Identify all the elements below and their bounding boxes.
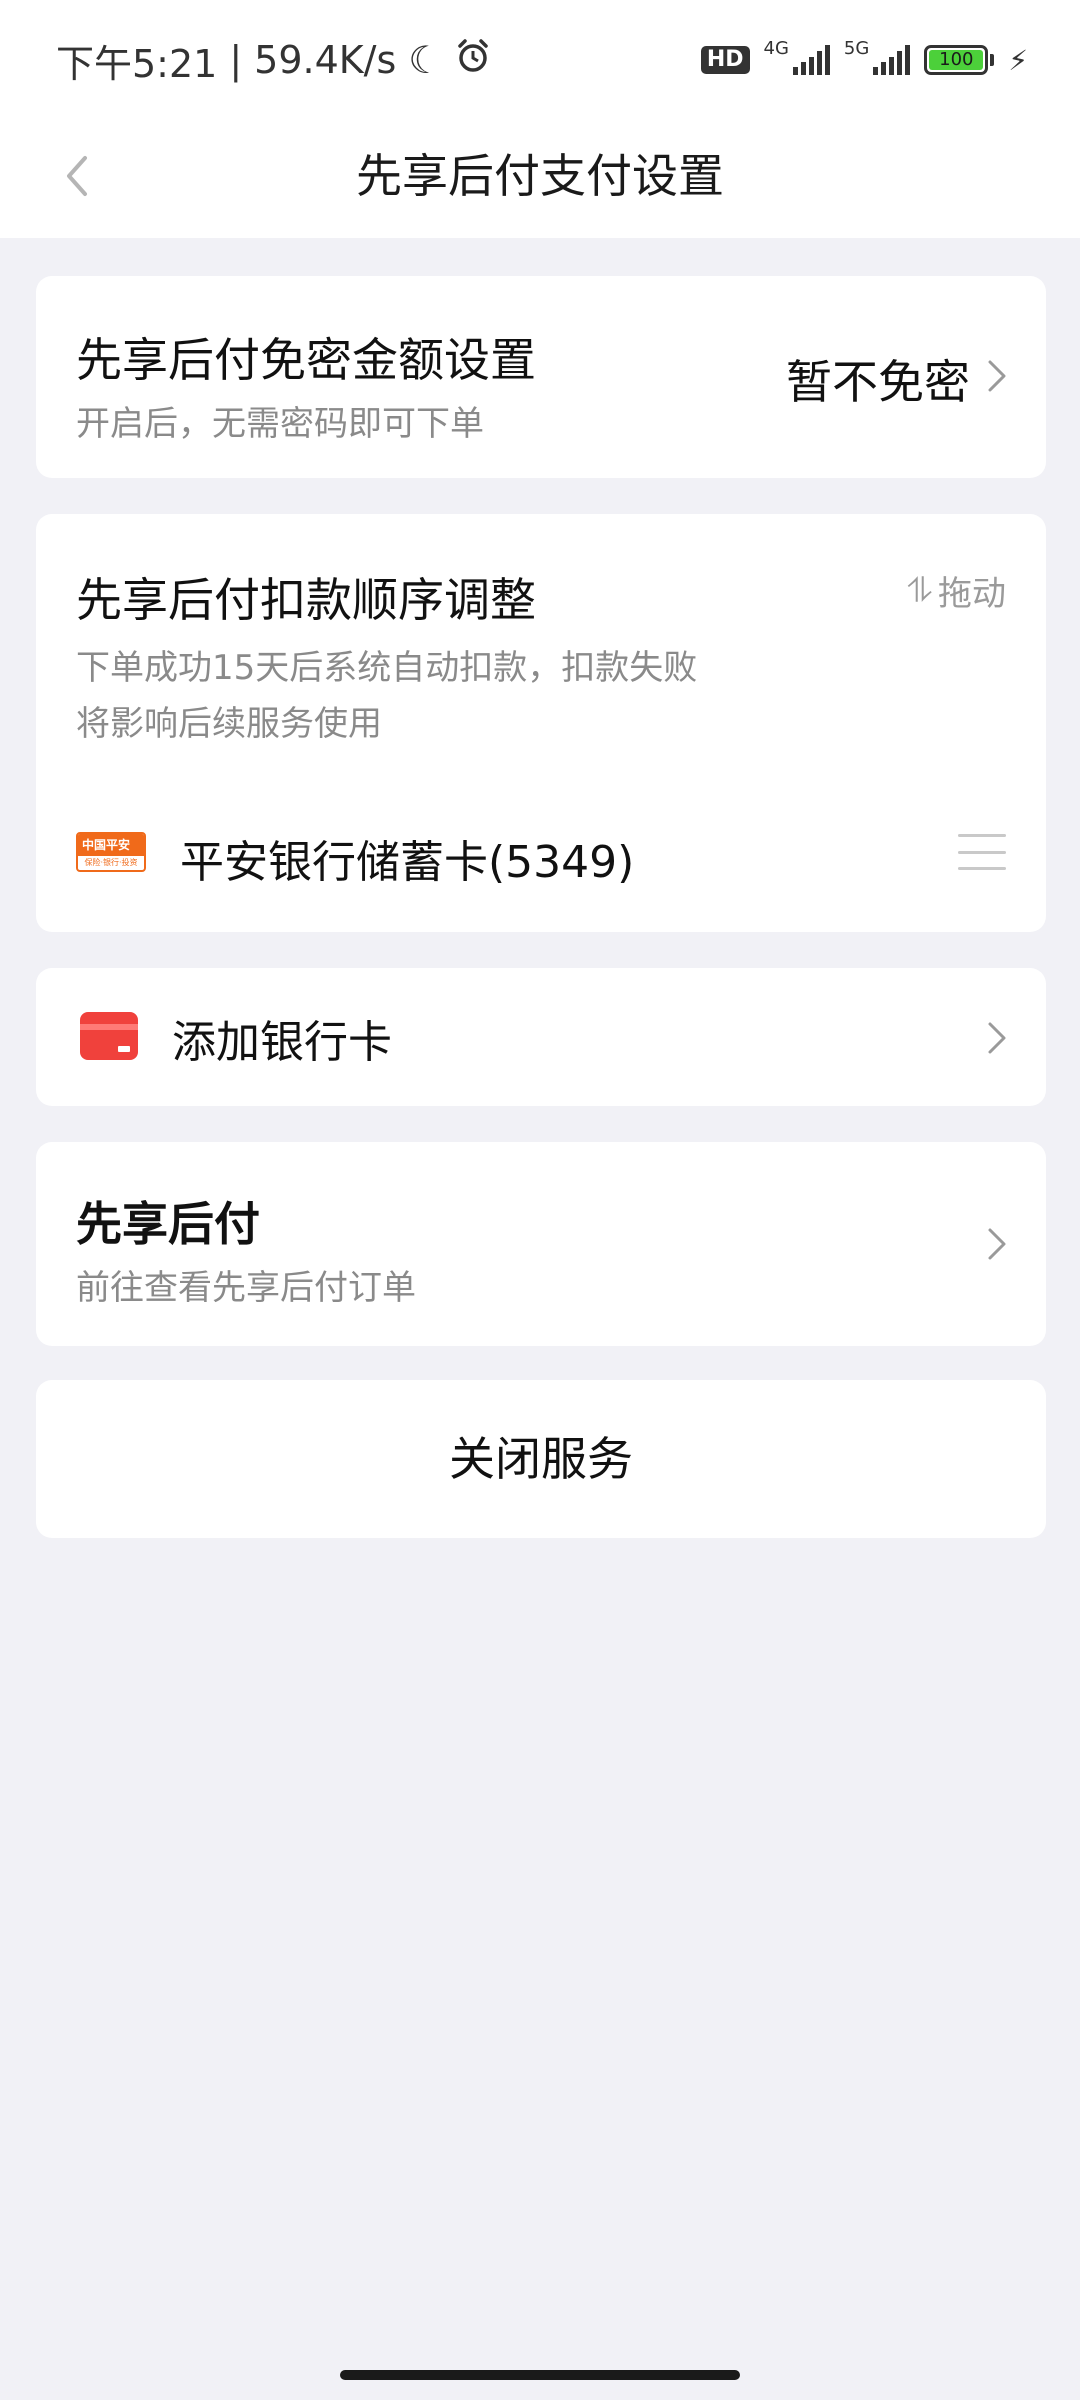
close-service-label: 关闭服务 [449,1432,633,1486]
status-separator: | [229,38,243,82]
status-left: 下午5:21 | 59.4K/s ☾ [56,33,492,88]
pingan-logo-sub: 保险·银行·投资 [84,858,138,867]
deduction-subtitle-line2: 将影响后续服务使用 [76,704,382,744]
pingan-bank-logo: 中国平安 保险·银行·投资 [76,832,146,872]
battery-icon: 100 [924,45,995,75]
net-5g-label: 5G [843,37,870,59]
pingan-logo-text: 中国平安 [78,834,144,856]
net-speed: 59.4K/s [254,38,397,82]
add-bank-card-row[interactable]: 添加银行卡 [36,968,1046,1106]
moon-icon: ☾ [408,38,443,82]
battery-level: 100 [929,50,984,70]
close-service-button[interactable]: 关闭服务 [36,1380,1046,1538]
drag-handle-icon[interactable] [958,834,1006,870]
bnpl-title: 先享后付 [76,1197,260,1251]
password-free-title: 先享后付免密金额设置 [76,333,536,387]
page-title: 先享后付支付设置 [356,149,724,203]
signal-5g-icon [873,45,911,75]
deduction-order-card: 先享后付扣款顺序调整 ⥮ 拖动 下单成功15天后系统自动扣款，扣款失败 将影响后… [36,514,1046,932]
bnpl-subtitle: 前往查看先享后付订单 [76,1268,416,1308]
chevron-right-icon [988,360,1006,392]
credit-card-icon [80,1012,138,1060]
drag-hint-label: 拖动 [938,574,1006,614]
status-bar: 下午5:21 | 59.4K/s ☾ HD 4G 5G 100 ⚡ [0,0,1080,120]
status-right: HD 4G 5G 100 ⚡ [700,38,1028,77]
password-free-setting-card[interactable]: 先享后付免密金额设置 开启后，无需密码即可下单 暂不免密 [36,276,1046,478]
deduction-subtitle-line1: 下单成功15天后系统自动扣款，扣款失败 [76,648,698,688]
home-indicator[interactable] [340,2370,740,2380]
signal-4g-icon [792,45,830,75]
password-free-value: 暂不免密 [786,355,970,409]
sort-icon: ⥮ [907,570,932,611]
hd-badge: HD [700,46,750,74]
nav-bar: 先享后付支付设置 [0,120,1080,238]
bank-card-name: 平安银行储蓄卡(5349) [180,837,635,888]
drag-hint: ⥮ 拖动 [907,566,1006,615]
add-bank-card-label: 添加银行卡 [172,1017,392,1068]
bnpl-orders-card[interactable]: 先享后付 前往查看先享后付订单 [36,1142,1046,1346]
net-4g-label: 4G [763,37,789,59]
chevron-right-icon [988,1228,1006,1260]
chevron-right-icon [988,1022,1006,1054]
status-time: 下午5:21 [56,41,218,86]
alarm-icon [454,37,492,84]
password-free-subtitle: 开启后，无需密码即可下单 [76,404,484,444]
charging-icon: ⚡ [1008,43,1028,77]
deduction-order-title: 先享后付扣款顺序调整 [76,573,536,627]
deduction-order-subtitle: 下单成功15天后系统自动扣款，扣款失败 将影响后续服务使用 [76,640,756,752]
